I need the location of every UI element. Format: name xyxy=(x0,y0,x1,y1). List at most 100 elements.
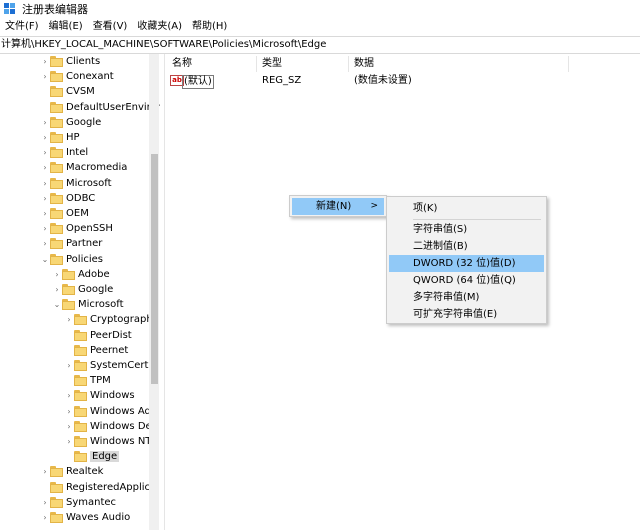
tree-item[interactable]: › OpenSSH xyxy=(40,221,113,236)
context-menu: 新建(N) > xyxy=(289,195,387,217)
menu-bar: 文件(F) 编辑(E) 查看(V) 收藏夹(A) 帮助(H) xyxy=(0,18,640,36)
tree-item[interactable]: › Partner xyxy=(40,236,102,251)
menu-item-new[interactable]: 新建(N) > xyxy=(292,198,384,215)
chevron-right-icon[interactable]: › xyxy=(40,69,50,84)
menu-item-qword-value[interactable]: QWORD (64 位)值(Q) xyxy=(389,272,544,289)
chevron-right-icon[interactable]: › xyxy=(40,176,50,191)
tree-item[interactable]: › Windows Adv xyxy=(64,404,157,419)
chevron-right-icon[interactable]: › xyxy=(40,510,50,525)
menu-item-key[interactable]: 项(K) xyxy=(389,200,544,217)
folder-icon xyxy=(50,466,63,477)
chevron-right-icon[interactable]: › xyxy=(64,388,74,403)
tree-item[interactable]: › Google xyxy=(40,115,101,130)
tree-item[interactable]: › Adobe xyxy=(52,267,110,282)
tree-item[interactable]: › Macromedia xyxy=(40,160,127,175)
tree-item[interactable]: › Windows NT xyxy=(64,434,151,449)
chevron-right-icon[interactable]: › xyxy=(64,404,74,419)
folder-icon xyxy=(74,375,87,386)
tree-item[interactable]: TPM xyxy=(64,373,111,388)
tree-item[interactable]: › Windows xyxy=(64,388,135,403)
chevron-right-icon[interactable]: › xyxy=(64,312,74,327)
folder-icon xyxy=(74,360,87,371)
column-separator[interactable] xyxy=(568,56,569,72)
tree-item[interactable]: › SystemCertifi xyxy=(64,358,158,373)
tree-item[interactable]: CVSM xyxy=(40,84,95,99)
chevron-right-icon[interactable]: › xyxy=(52,282,62,297)
folder-icon xyxy=(74,314,87,325)
menu-help[interactable]: 帮助(H) xyxy=(187,18,232,36)
menu-view[interactable]: 查看(V) xyxy=(88,18,133,36)
value-data: (数值未设置) xyxy=(354,75,412,86)
menu-item-new-label: 新建(N) xyxy=(316,201,352,212)
tree-item-label: Realtek xyxy=(66,466,104,477)
tree-item[interactable]: Peernet xyxy=(64,343,128,358)
column-header-type[interactable]: 类型 xyxy=(262,56,282,72)
tree-item-label: SystemCertifi xyxy=(90,360,158,371)
tree-item[interactable]: ⌄ Policies xyxy=(40,252,103,267)
value-row-default[interactable]: ab (默认) REG_SZ (数值未设置) xyxy=(166,73,640,89)
chevron-right-icon[interactable]: › xyxy=(40,236,50,251)
pane-divider[interactable] xyxy=(164,54,165,530)
menu-item-multi-string-value[interactable]: 多字符串值(M) xyxy=(389,289,544,306)
chevron-right-icon[interactable]: › xyxy=(40,495,50,510)
chevron-right-icon[interactable]: › xyxy=(40,115,50,130)
tree-item[interactable]: › Conexant xyxy=(40,69,114,84)
tree-item[interactable]: › Waves Audio xyxy=(40,510,130,525)
chevron-right-icon[interactable]: › xyxy=(64,434,74,449)
folder-icon xyxy=(50,132,63,143)
tree-item-label: Windows xyxy=(90,390,135,401)
tree-item[interactable]: › Microsoft xyxy=(40,176,112,191)
column-separator[interactable] xyxy=(348,56,349,72)
tree-item[interactable]: › Cryptography xyxy=(64,312,159,327)
chevron-right-icon[interactable]: › xyxy=(40,221,50,236)
tree-item[interactable]: › HP xyxy=(40,130,80,145)
column-separator[interactable] xyxy=(256,56,257,72)
chevron-right-icon[interactable]: › xyxy=(40,160,50,175)
folder-icon xyxy=(50,162,63,173)
chevron-down-icon[interactable]: ⌄ xyxy=(52,297,62,312)
tree-item[interactable]: › Intel xyxy=(40,145,88,160)
folder-icon xyxy=(50,238,63,249)
menu-item-string-value[interactable]: 字符串值(S) xyxy=(389,221,544,238)
tree-item[interactable]: ⌄ Microsoft xyxy=(52,297,124,312)
tree-item-label: DefaultUserEnviron xyxy=(66,102,160,113)
address-bar[interactable]: 计算机\HKEY_LOCAL_MACHINE\SOFTWARE\Policies… xyxy=(0,36,640,54)
chevron-right-icon[interactable]: › xyxy=(52,267,62,282)
tree-item-label: Clients xyxy=(66,56,101,67)
folder-icon xyxy=(50,71,63,82)
menu-file[interactable]: 文件(F) xyxy=(0,18,44,36)
tree-item[interactable]: › Symantec xyxy=(40,495,116,510)
chevron-right-icon[interactable]: › xyxy=(40,145,50,160)
tree-item-label: Windows NT xyxy=(90,436,152,447)
chevron-right-icon[interactable]: › xyxy=(40,130,50,145)
chevron-right-icon[interactable]: › xyxy=(40,54,50,69)
chevron-right-icon[interactable]: › xyxy=(64,419,74,434)
tree-item-label: Google xyxy=(66,117,102,128)
chevron-down-icon[interactable]: ⌄ xyxy=(40,252,50,267)
tree-item[interactable]: PeerDist xyxy=(64,328,132,343)
tree-item[interactable]: Edge xyxy=(64,449,120,464)
chevron-right-icon[interactable]: › xyxy=(40,206,50,221)
tree-item[interactable]: RegisteredApplica xyxy=(40,480,156,495)
menu-favorites[interactable]: 收藏夹(A) xyxy=(132,18,187,36)
chevron-right-icon[interactable]: › xyxy=(40,191,50,206)
tree-scrollbar-thumb[interactable] xyxy=(151,154,158,384)
column-header-data[interactable]: 数据 xyxy=(354,56,374,72)
folder-icon xyxy=(50,102,63,113)
menu-edit[interactable]: 编辑(E) xyxy=(44,18,88,36)
tree-item[interactable]: DefaultUserEnviron xyxy=(40,100,160,115)
menu-item-expandable-string-value[interactable]: 可扩充字符串值(E) xyxy=(389,306,544,323)
value-name-field[interactable]: (默认) xyxy=(182,75,214,89)
tree-item[interactable]: › Realtek xyxy=(40,464,103,479)
tree-item[interactable]: › ODBC xyxy=(40,191,95,206)
tree-item[interactable]: › Google xyxy=(52,282,113,297)
column-header-name[interactable]: 名称 xyxy=(172,56,192,72)
chevron-right-icon[interactable]: › xyxy=(64,358,74,373)
tree-item-label: Windows Adv xyxy=(90,406,157,417)
tree-item[interactable]: › OEM xyxy=(40,206,89,221)
menu-item-dword-value[interactable]: DWORD (32 位)值(D) xyxy=(389,255,544,272)
menu-item-binary-value[interactable]: 二进制值(B) xyxy=(389,238,544,255)
tree-item[interactable]: › Clients xyxy=(40,54,100,69)
tree-item[interactable]: › Windows Def xyxy=(64,419,155,434)
chevron-right-icon[interactable]: › xyxy=(40,464,50,479)
